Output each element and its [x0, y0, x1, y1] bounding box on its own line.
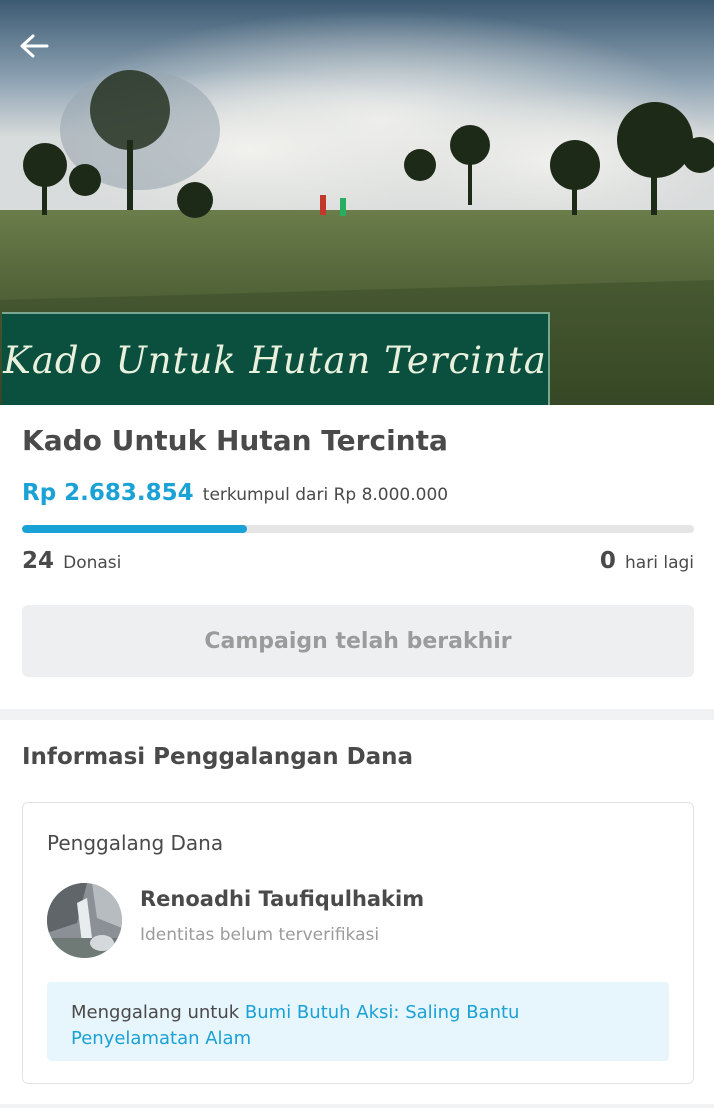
days-left-stat: 0 hari lagi — [600, 548, 694, 574]
fundraiser-name[interactable]: Renoadhi Taufiqulhakim — [140, 887, 424, 911]
fundraising-purpose: Menggalang untuk Bumi Butuh Aksi: Saling… — [47, 982, 669, 1061]
section-divider-bottom — [0, 1104, 714, 1108]
campaign-title: Kado Untuk Hutan Tercinta — [22, 424, 448, 457]
raised-amount: Rp 2.683.854 — [22, 480, 194, 506]
purpose-prefix: Menggalang untuk — [71, 1002, 240, 1023]
campaign-banner: Kado Untuk Hutan Tercinta — [2, 312, 550, 405]
funding-progress-bar — [22, 525, 694, 533]
back-button[interactable] — [14, 28, 54, 68]
target-text: terkumpul dari Rp 8.000.000 — [202, 485, 449, 505]
days-left-label: hari lagi — [625, 553, 694, 573]
avatar-image — [47, 883, 122, 958]
banner-text: Kado Untuk Hutan Tercinta — [3, 339, 547, 382]
fundraiser-card: Penggalang Dana Renoadhi Taufiqulhakim I… — [22, 802, 694, 1084]
fundraiser-label: Penggalang Dana — [47, 831, 224, 855]
donations-count: 24 — [22, 548, 55, 574]
arrow-left-icon — [20, 34, 49, 58]
campaign-hero-image: Kado Untuk Hutan Tercinta — [0, 0, 714, 405]
days-left-count: 0 — [599, 548, 616, 574]
progress-fill — [22, 525, 248, 533]
donations-stat: 24 Donasi — [22, 548, 121, 574]
campaign-ended-button[interactable]: Campaign telah berakhir — [22, 605, 694, 677]
funds-summary: Rp 2.683.854 terkumpul dari Rp 8.000.000 — [22, 480, 448, 506]
donations-label: Donasi — [63, 553, 122, 573]
avatar[interactable] — [47, 883, 122, 958]
verification-status: Identitas belum terverifikasi — [140, 925, 380, 945]
section-divider — [0, 709, 714, 720]
section-title: Informasi Penggalangan Dana — [22, 744, 414, 770]
